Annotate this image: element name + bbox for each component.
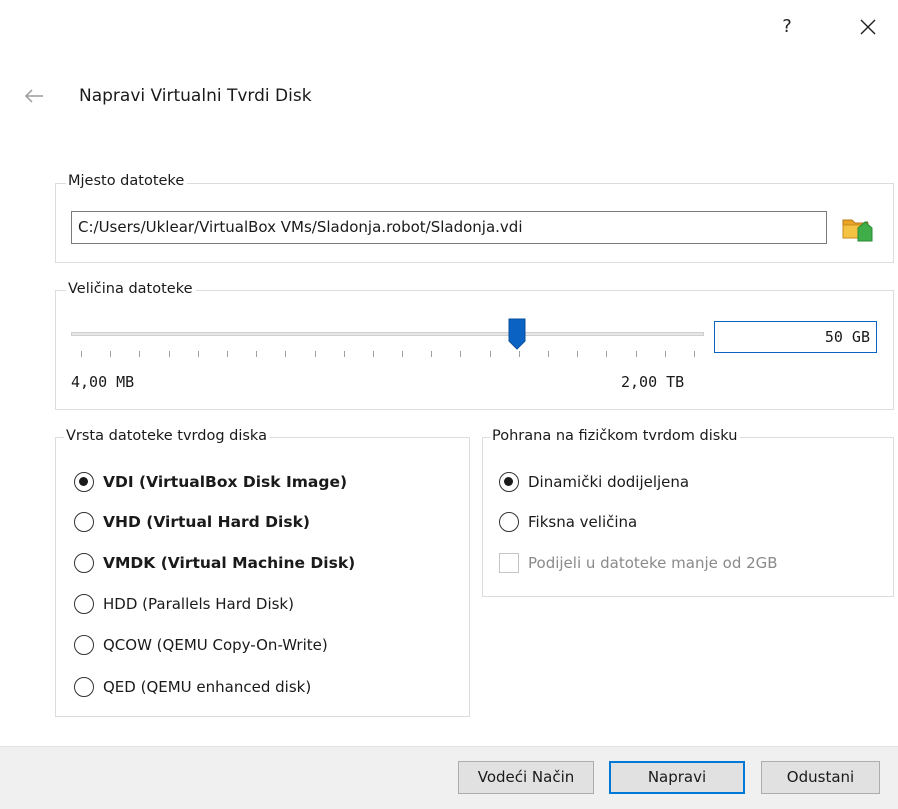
close-icon [860,19,876,35]
slider-tick [577,351,579,357]
cancel-button[interactable]: Odustani [761,761,880,794]
file-path-input[interactable]: C:/Users/Uklear/VirtualBox VMs/Sladonja.… [71,211,827,244]
slider-tick [81,351,82,357]
slider-tick [489,351,491,357]
storage-option-label: Dinamički dodijeljena [528,473,690,491]
storage-option-dynamic[interactable]: Dinamički dodijeljena [499,470,689,494]
slider-tick [694,351,695,357]
slider-tick [110,351,112,357]
disk-type-option-label: HDD (Parallels Hard Disk) [103,595,294,613]
slider-tick [285,351,287,357]
size-min-label: 4,00 MB [71,373,135,391]
help-button[interactable]: ? [775,14,799,40]
create-button[interactable]: Napravi [609,761,745,794]
size-slider-thumb[interactable] [508,318,526,350]
disk-type-option-qed[interactable]: QED (QEMU enhanced disk) [74,675,311,699]
radio-circle[interactable] [499,512,519,532]
folder-open-icon [842,219,873,242]
location-group-title: Mjesto datoteke [66,173,188,189]
split-files-checkbox [499,553,519,573]
radio-circle[interactable] [74,594,94,614]
slider-tick [606,351,608,357]
size-input[interactable]: 50 GB [714,321,877,353]
disk-type-option-label: VDI (VirtualBox Disk Image) [103,473,348,491]
slider-tick [460,351,462,357]
close-button[interactable] [853,12,883,42]
slider-tick [226,351,228,357]
size-max-label: 2,00 TB [621,373,685,391]
radio-circle[interactable] [74,677,94,697]
guided-mode-button[interactable]: Vodeći Način [458,761,594,794]
arrow-left-icon [24,89,43,103]
slider-tick [139,351,141,357]
disk-type-option-hdd[interactable]: HDD (Parallels Hard Disk) [74,592,294,616]
slider-tick [343,351,345,357]
slider-tick [168,351,170,357]
slider-tick [664,351,666,357]
radio-circle[interactable] [74,635,94,655]
disk-type-group-title: Vrsta datoteke tvrdog diska [64,428,270,444]
slider-tick [635,351,637,357]
radio-circle[interactable] [74,553,94,573]
disk-type-option-vmdk[interactable]: VMDK (Virtual Machine Disk) [74,551,355,575]
radio-circle[interactable] [74,472,94,492]
storage-group-title: Pohrana na fizičkom tvrdom disku [490,428,741,444]
disk-type-option-vdi[interactable]: VDI (VirtualBox Disk Image) [74,470,347,494]
storage-option-fixed[interactable]: Fiksna veličina [499,510,637,534]
page-title: Napravi Virtualni Tvrdi Disk [79,86,312,106]
size-slider-track[interactable] [71,332,704,336]
disk-type-option-label: VHD (Virtual Hard Disk) [103,513,310,531]
radio-circle[interactable] [499,472,519,492]
size-group-title: Veličina datoteke [66,281,196,297]
split-files-label: Podijeli u datoteke manje od 2GB [528,554,778,572]
storage-option-label: Fiksna veličina [528,513,638,531]
slider-tick [197,351,199,357]
split-files-checkbox-row: Podijeli u datoteke manje od 2GB [499,551,778,575]
disk-type-option-qcow[interactable]: QCOW (QEMU Copy-On-Write) [74,633,328,657]
disk-type-option-label: VMDK (Virtual Machine Disk) [103,554,356,572]
slider-tick [431,351,433,357]
slider-tick [402,351,404,357]
back-button[interactable] [22,86,48,106]
choose-file-button[interactable] [840,211,874,243]
radio-circle[interactable] [74,512,94,532]
slider-tick [256,351,258,357]
slider-handle-icon [508,318,526,350]
slider-tick [548,351,550,357]
disk-type-option-vhd[interactable]: VHD (Virtual Hard Disk) [74,510,310,534]
disk-type-option-label: QED (QEMU enhanced disk) [103,678,312,696]
disk-type-option-label: QCOW (QEMU Copy-On-Write) [103,636,328,654]
slider-tick [518,351,520,357]
slider-tick [372,351,374,357]
slider-tick [314,351,316,357]
